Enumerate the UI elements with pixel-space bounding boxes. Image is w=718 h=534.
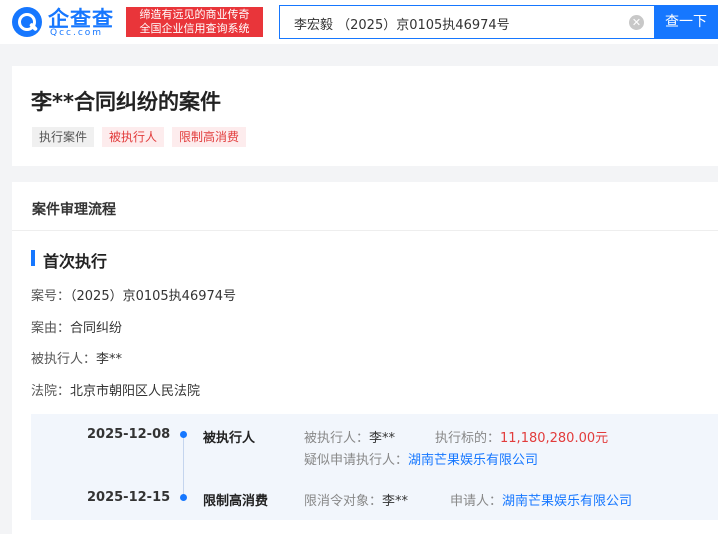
timeline-field: 执行标的：11,180,280.00元 — [435, 427, 608, 446]
search-button[interactable]: 查一下 — [654, 5, 718, 39]
company-link[interactable]: 湖南芒果娱乐有限公司 — [408, 453, 538, 468]
timeline-field: 限消令对象：李** — [304, 490, 408, 509]
field-label: 申请人： — [450, 494, 503, 509]
page-title: 李**合同纠纷的案件 — [31, 90, 221, 114]
slogan-line-2: 全国企业信用查询系统 — [139, 22, 250, 35]
tag-execution-case: 执行案件 — [32, 127, 95, 147]
info-label: 被执行人： — [31, 352, 97, 367]
timeline-line — [183, 435, 184, 499]
divider — [12, 230, 718, 231]
case-title-card: 李**合同纠纷的案件 执行案件 被执行人 限制高消费 — [12, 66, 718, 166]
slogan-banner: 缔造有远见的商业传奇 全国企业信用查询系统 — [126, 7, 263, 37]
case-tags: 执行案件 被执行人 限制高消费 — [32, 127, 247, 147]
info-value: 合同纠纷 — [70, 321, 123, 336]
field-label: 限消令对象： — [304, 494, 383, 509]
timeline-date: 2025-12-08 — [87, 427, 171, 442]
info-executed-person: 被执行人：李** — [31, 348, 122, 367]
timeline-field: 申请人：湖南芒果娱乐有限公司 — [450, 490, 632, 509]
company-link[interactable]: 湖南芒果娱乐有限公司 — [502, 494, 632, 509]
logo-domain: Qcc.com — [50, 28, 104, 38]
field-value: 李** — [382, 494, 409, 509]
field-label: 执行标的： — [435, 431, 501, 446]
info-label: 案号： — [31, 289, 71, 304]
timeline-field: 疑似申请执行人：湖南芒果娱乐有限公司 — [304, 449, 538, 468]
info-value: 北京市朝阳区人民法院 — [70, 384, 201, 399]
info-court: 法院：北京市朝阳区人民法院 — [31, 380, 200, 399]
clear-icon[interactable]: ✕ — [629, 15, 644, 30]
search-value[interactable]: 李宏毅 （2025）京0105执46974号 — [294, 14, 510, 33]
execution-amount: 11,180,280.00元 — [500, 431, 609, 446]
search-input[interactable]: 李宏毅 （2025）京0105执46974号 ✕ — [279, 5, 654, 39]
info-case-cause: 案由：合同纠纷 — [31, 317, 122, 336]
field-label: 被执行人： — [304, 431, 370, 446]
timeline-dot-icon — [180, 494, 187, 501]
timeline-field: 被执行人：李** — [304, 427, 395, 446]
info-value: 李** — [96, 352, 123, 367]
info-value: （2025）京0105执46974号 — [70, 289, 237, 304]
top-header: 企查查 Qcc.com 缔造有远见的商业传奇 全国企业信用查询系统 李宏毅 （2… — [0, 0, 718, 44]
process-header: 案件审理流程 — [32, 202, 116, 218]
info-case-number: 案号：（2025）京0105执46974号 — [31, 285, 236, 304]
info-label: 案由： — [31, 321, 71, 336]
timeline-kind: 限制高消费 — [203, 494, 269, 509]
field-label: 疑似申请执行人： — [304, 453, 409, 468]
qcc-logo-icon[interactable] — [12, 7, 42, 37]
info-label: 法院： — [31, 384, 71, 399]
slogan-line-1: 缔造有远见的商业传奇 — [139, 8, 250, 21]
field-value: 李** — [369, 431, 396, 446]
case-process-card: 案件审理流程 首次执行 案号：（2025）京0105执46974号 案由：合同纠… — [12, 182, 718, 534]
tag-consumption-restriction: 限制高消费 — [172, 127, 247, 147]
timeline: 2025-12-08 被执行人 被执行人：李** 执行标的：11,180,280… — [31, 414, 718, 520]
timeline-kind: 被执行人 — [203, 431, 256, 446]
stage-title: 首次执行 — [43, 252, 108, 271]
timeline-date: 2025-12-15 — [87, 490, 171, 505]
stage-marker — [31, 250, 35, 266]
timeline-dot-icon — [180, 431, 187, 438]
tag-executed-person: 被执行人 — [102, 127, 165, 147]
